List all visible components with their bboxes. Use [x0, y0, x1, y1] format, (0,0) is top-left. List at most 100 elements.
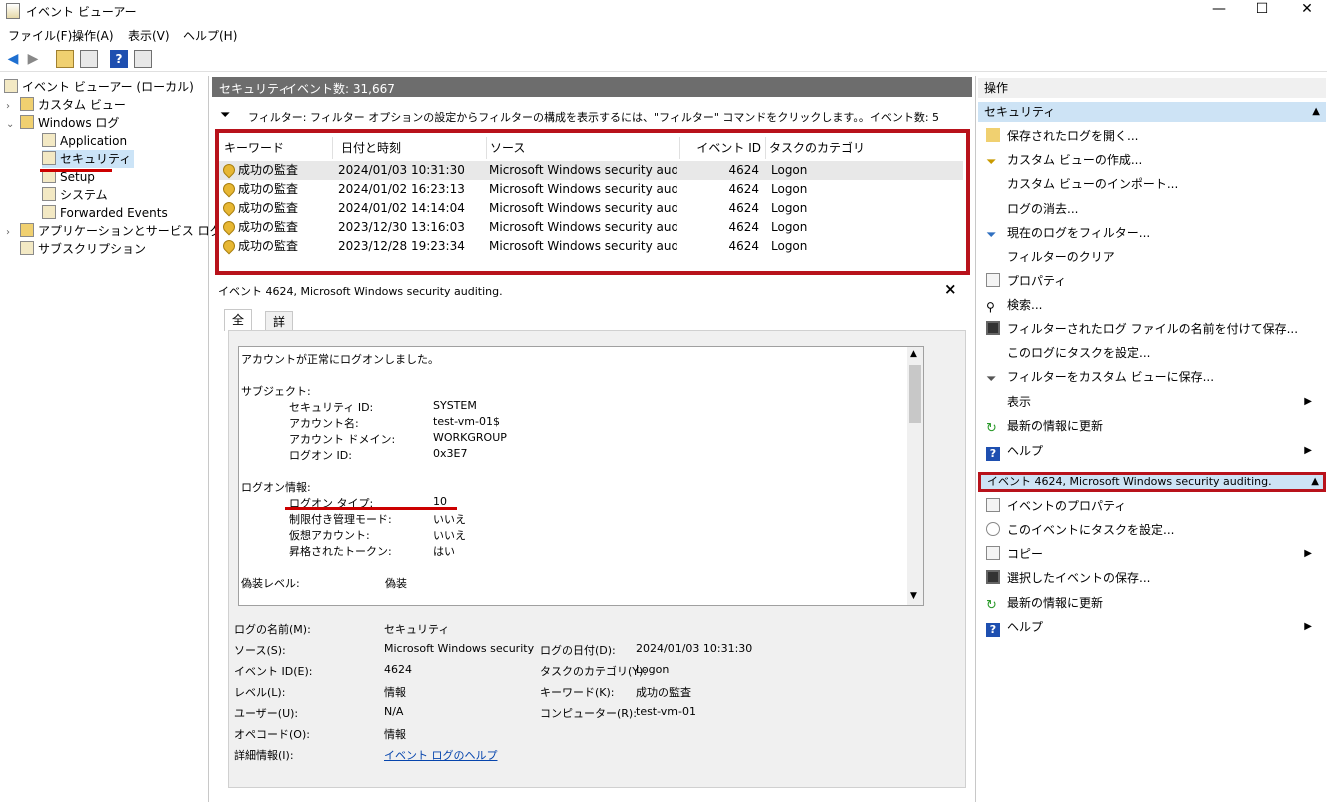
action-find[interactable]: ⚲ 検索...	[986, 295, 1316, 315]
cell-source: Microsoft Windows security audi...	[489, 201, 677, 215]
action-help-event[interactable]: ? ヘルプ ▶	[986, 617, 1316, 637]
action-clear-log[interactable]: ログの消去...	[986, 199, 1316, 219]
message-value: 偽装	[385, 577, 407, 590]
tree-log-application[interactable]: Application	[42, 132, 127, 150]
tree-log-security[interactable]: セキュリティ	[42, 150, 135, 168]
message-value: いいえ	[433, 529, 466, 542]
tree-root[interactable]: イベント ビューアー (ローカル)	[4, 78, 194, 96]
cell-datetime: 2024/01/02 14:14:04	[338, 201, 465, 215]
tab-general[interactable]: 全般	[224, 309, 253, 347]
action-event-properties[interactable]: イベントのプロパティ	[986, 496, 1316, 516]
action-create-custom-view[interactable]: ⏷ カスタム ビューの作成...	[986, 150, 1316, 170]
action-save-filtered-log[interactable]: フィルターされたログ ファイルの名前を付けて保存...	[986, 319, 1316, 339]
action-import-custom-view[interactable]: カスタム ビューのインポート...	[986, 174, 1316, 194]
action-clear-filter[interactable]: フィルターのクリア	[986, 247, 1316, 267]
show-hide-action-pane-icon[interactable]	[134, 50, 152, 68]
col-task[interactable]: タスクのカテゴリ	[766, 137, 961, 159]
help-icon[interactable]: ?	[110, 50, 128, 68]
title-bar: イベント ビューアー — ☐ ✕	[0, 0, 1327, 22]
forward-arrow-icon[interactable]: ▶	[24, 50, 42, 68]
prop-value: N/A	[384, 705, 404, 718]
table-row[interactable]: 成功の監査 2024/01/02 14:14:04 Microsoft Wind…	[219, 199, 963, 218]
scroll-up-icon[interactable]: ▲	[910, 349, 917, 359]
cell-source: Microsoft Windows security audi...	[489, 220, 677, 234]
cell-task: Logon	[771, 201, 808, 215]
action-filter-current-log[interactable]: ⏷ 現在のログをフィルター...	[986, 223, 1316, 243]
scroll-down-icon[interactable]: ▼	[910, 591, 917, 601]
action-refresh-event[interactable]: ↻ 最新の情報に更新	[986, 593, 1316, 613]
chevron-right-icon[interactable]: ›	[6, 224, 20, 242]
menu-file[interactable]: ファイル(F)	[8, 27, 72, 44]
menu-view[interactable]: 表示(V)	[128, 27, 170, 44]
prop-label: ログの日付(D):	[540, 644, 616, 657]
message-label: 制限付き管理モード:	[289, 513, 392, 526]
action-view[interactable]: 表示 ▶	[986, 392, 1316, 412]
table-row[interactable]: 成功の監査 2024/01/03 10:31:30 Microsoft Wind…	[219, 161, 963, 180]
event-viewer-icon	[4, 79, 18, 93]
action-save-filter-custom-view[interactable]: ⏷ フィルターをカスタム ビューに保存...	[986, 367, 1316, 387]
maximize-button[interactable]: ☐	[1239, 0, 1285, 22]
show-hide-tree-icon[interactable]	[80, 50, 98, 68]
action-properties[interactable]: プロパティ	[986, 271, 1316, 291]
minimize-button[interactable]: —	[1196, 0, 1242, 22]
collapse-icon[interactable]: ▲	[1312, 102, 1320, 122]
blank-icon	[986, 176, 1000, 190]
table-row[interactable]: 成功の監査 2024/01/02 16:23:13 Microsoft Wind…	[219, 180, 963, 199]
cell-task: Logon	[771, 163, 808, 177]
back-arrow-icon[interactable]: ◀	[4, 50, 22, 68]
blank-icon	[986, 345, 1000, 359]
collapse-icon[interactable]: ▲	[1311, 475, 1319, 489]
close-detail-button[interactable]: ×	[944, 280, 957, 298]
event-log-help-link[interactable]: イベント ログのヘルプ	[384, 747, 498, 763]
event-message-box[interactable]: アカウントが正常にログオンしました。 サブジェクト: セキュリティ ID: SY…	[238, 346, 924, 606]
actions-section-event[interactable]: イベント 4624, Microsoft Windows security au…	[978, 472, 1326, 492]
col-source[interactable]: ソース	[487, 137, 680, 159]
table-row[interactable]: 成功の監査 2023/12/28 19:23:34 Microsoft Wind…	[219, 237, 963, 256]
col-keyword[interactable]: キーワード	[221, 137, 333, 159]
help-icon: ?	[986, 623, 1000, 637]
action-copy[interactable]: コピー ▶	[986, 544, 1316, 564]
tree-custom-views[interactable]: › カスタム ビュー	[6, 96, 126, 114]
tree-apps-services[interactable]: › アプリケーションとサービス ログ	[6, 222, 222, 240]
save-icon	[986, 321, 1000, 335]
message-label: アカウント名:	[289, 417, 359, 430]
col-event-id[interactable]: イベント ID	[680, 137, 766, 159]
toolbar: ◀ ▶ ?	[0, 46, 1327, 72]
event-detail-header: イベント 4624, Microsoft Windows security au…	[214, 280, 970, 300]
save-icon	[986, 570, 1000, 584]
scroll-thumb[interactable]	[909, 365, 921, 423]
tree-log-forwarded[interactable]: Forwarded Events	[42, 204, 168, 222]
tab-details[interactable]: 詳細	[265, 311, 294, 349]
filter-icon: ⏷	[220, 108, 231, 123]
tree-windows-logs[interactable]: ⌄ Windows ログ	[6, 114, 119, 132]
tree-log-system[interactable]: システム	[42, 186, 108, 204]
cell-task: Logon	[771, 239, 808, 253]
help-icon: ?	[986, 447, 1000, 461]
message-scrollbar[interactable]: ▲ ▼	[907, 347, 923, 605]
menu-help[interactable]: ヘルプ(H)	[183, 27, 237, 44]
action-attach-task-log[interactable]: このログにタスクを設定...	[986, 343, 1316, 363]
message-value: test-vm-01$	[433, 415, 500, 428]
action-refresh[interactable]: ↻ 最新の情報に更新	[986, 416, 1316, 436]
key-icon	[223, 237, 238, 255]
action-help[interactable]: ? ヘルプ ▶	[986, 441, 1316, 461]
open-folder-icon[interactable]	[56, 50, 74, 68]
key-icon	[223, 161, 238, 179]
action-open-saved-log[interactable]: 保存されたログを開く...	[986, 126, 1316, 146]
action-attach-task-event[interactable]: このイベントにタスクを設定...	[986, 520, 1316, 540]
prop-label: ユーザー(U):	[234, 707, 299, 720]
chevron-down-icon[interactable]: ⌄	[6, 116, 20, 134]
cell-event-id: 4624	[728, 220, 759, 234]
cell-datetime: 2023/12/28 19:23:34	[338, 239, 465, 253]
table-row[interactable]: 成功の監査 2023/12/30 13:16:03 Microsoft Wind…	[219, 218, 963, 237]
menu-action[interactable]: 操作(A)	[72, 27, 114, 44]
message-value: いいえ	[433, 513, 466, 526]
folder-icon	[20, 97, 34, 111]
actions-section-security[interactable]: セキュリティ ▲	[978, 102, 1326, 122]
cell-datetime: 2024/01/03 10:31:30	[338, 163, 465, 177]
event-grid[interactable]: キーワード 日付と時刻 ソース イベント ID タスクのカテゴリ 成功の監査 2…	[215, 129, 970, 275]
action-save-selected-events[interactable]: 選択したイベントの保存...	[986, 568, 1316, 588]
close-button[interactable]: ✕	[1284, 0, 1327, 22]
tree-subscriptions[interactable]: サブスクリプション	[20, 240, 146, 258]
col-datetime[interactable]: 日付と時刻	[338, 137, 487, 159]
